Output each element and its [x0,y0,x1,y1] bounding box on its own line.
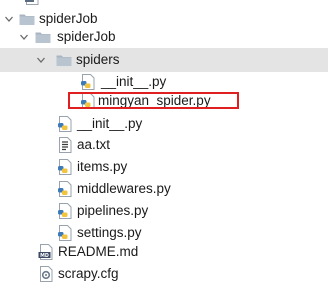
tree-item-label: settings.py [77,225,142,240]
tree-item-label: middlewares.py [77,181,171,196]
config-file-icon [37,265,55,283]
tree-item-label: README.md [58,244,139,259]
tree-item-middlewares-py[interactable]: middlewares.py [0,177,328,201]
tree-item-readme[interactable]: README.md [0,240,328,264]
tree-item-spiderjob-package[interactable]: spiderJob [0,25,328,49]
tree-item-spiders[interactable]: spiders [0,48,328,72]
tree-item-label: __init__.py [77,116,143,131]
tree-item-label: items.py [77,159,128,174]
python-file-icon [56,180,74,198]
tree-item-label: spiders [76,52,120,67]
folder-icon [34,28,52,46]
chevron-down-icon[interactable] [36,55,46,65]
tree-item-aa-txt[interactable]: aa.txt [0,133,328,157]
highlight-box [68,92,239,109]
chevron-down-icon[interactable] [4,14,14,24]
tree-item-pipelines-py[interactable]: pipelines.py [0,199,328,223]
text-file-icon [56,136,74,154]
tree-item-label: scrapy.cfg [58,266,119,281]
tree-item-label: spiderJob [57,29,116,44]
tree-item-label: __init__.py [101,74,167,89]
tree-item-label: aa.txt [77,137,111,152]
project-tree: spiderJob spiderJob spiders __init__.py … [0,0,328,281]
chevron-down-icon[interactable] [19,32,29,42]
log-file-icon [23,0,41,6]
markdown-file-icon [37,243,55,261]
python-file-icon [56,158,74,176]
tree-item-items-py[interactable]: items.py [0,155,328,179]
folder-icon [55,51,73,69]
tree-item-scrapy-cfg[interactable]: scrapy.cfg [0,262,328,286]
python-file-icon [56,202,74,220]
python-file-icon [56,115,74,133]
tree-item-label: pipelines.py [77,203,149,218]
